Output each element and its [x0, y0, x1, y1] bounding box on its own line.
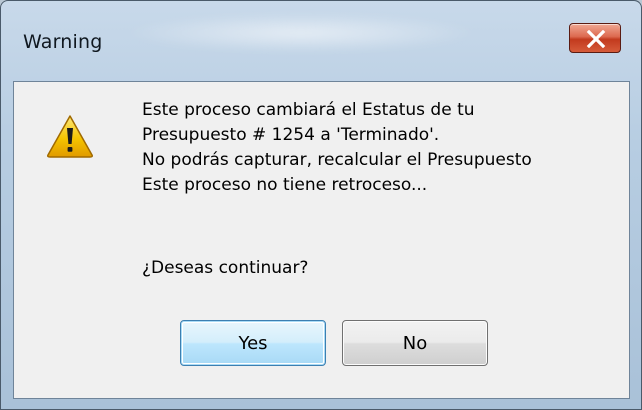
no-button[interactable]: No	[342, 320, 488, 366]
message-line: Este proceso cambiará el Estatus de tu	[142, 100, 475, 120]
message-line: No podrás capturar, recalcular el Presup…	[142, 150, 532, 170]
yes-button[interactable]: Yes	[180, 320, 326, 366]
close-button[interactable]	[569, 23, 621, 53]
warning-icon	[47, 115, 93, 158]
close-icon	[586, 30, 606, 48]
warning-message: Este proceso cambiará el Estatus de tu P…	[142, 98, 622, 198]
window-title: Warning	[23, 31, 103, 53]
confirmation-question: ¿Deseas continuar?	[142, 258, 309, 278]
message-line: Este proceso no tiene retroceso...	[142, 175, 428, 195]
warning-dialog: Warning Este proceso cambiará el Estatus…	[0, 0, 642, 410]
title-bar[interactable]: Warning	[1, 1, 641, 81]
message-line: Presupuesto # 1254 a 'Terminado'.	[142, 125, 440, 145]
dialog-body: Este proceso cambiará el Estatus de tu P…	[13, 81, 630, 399]
